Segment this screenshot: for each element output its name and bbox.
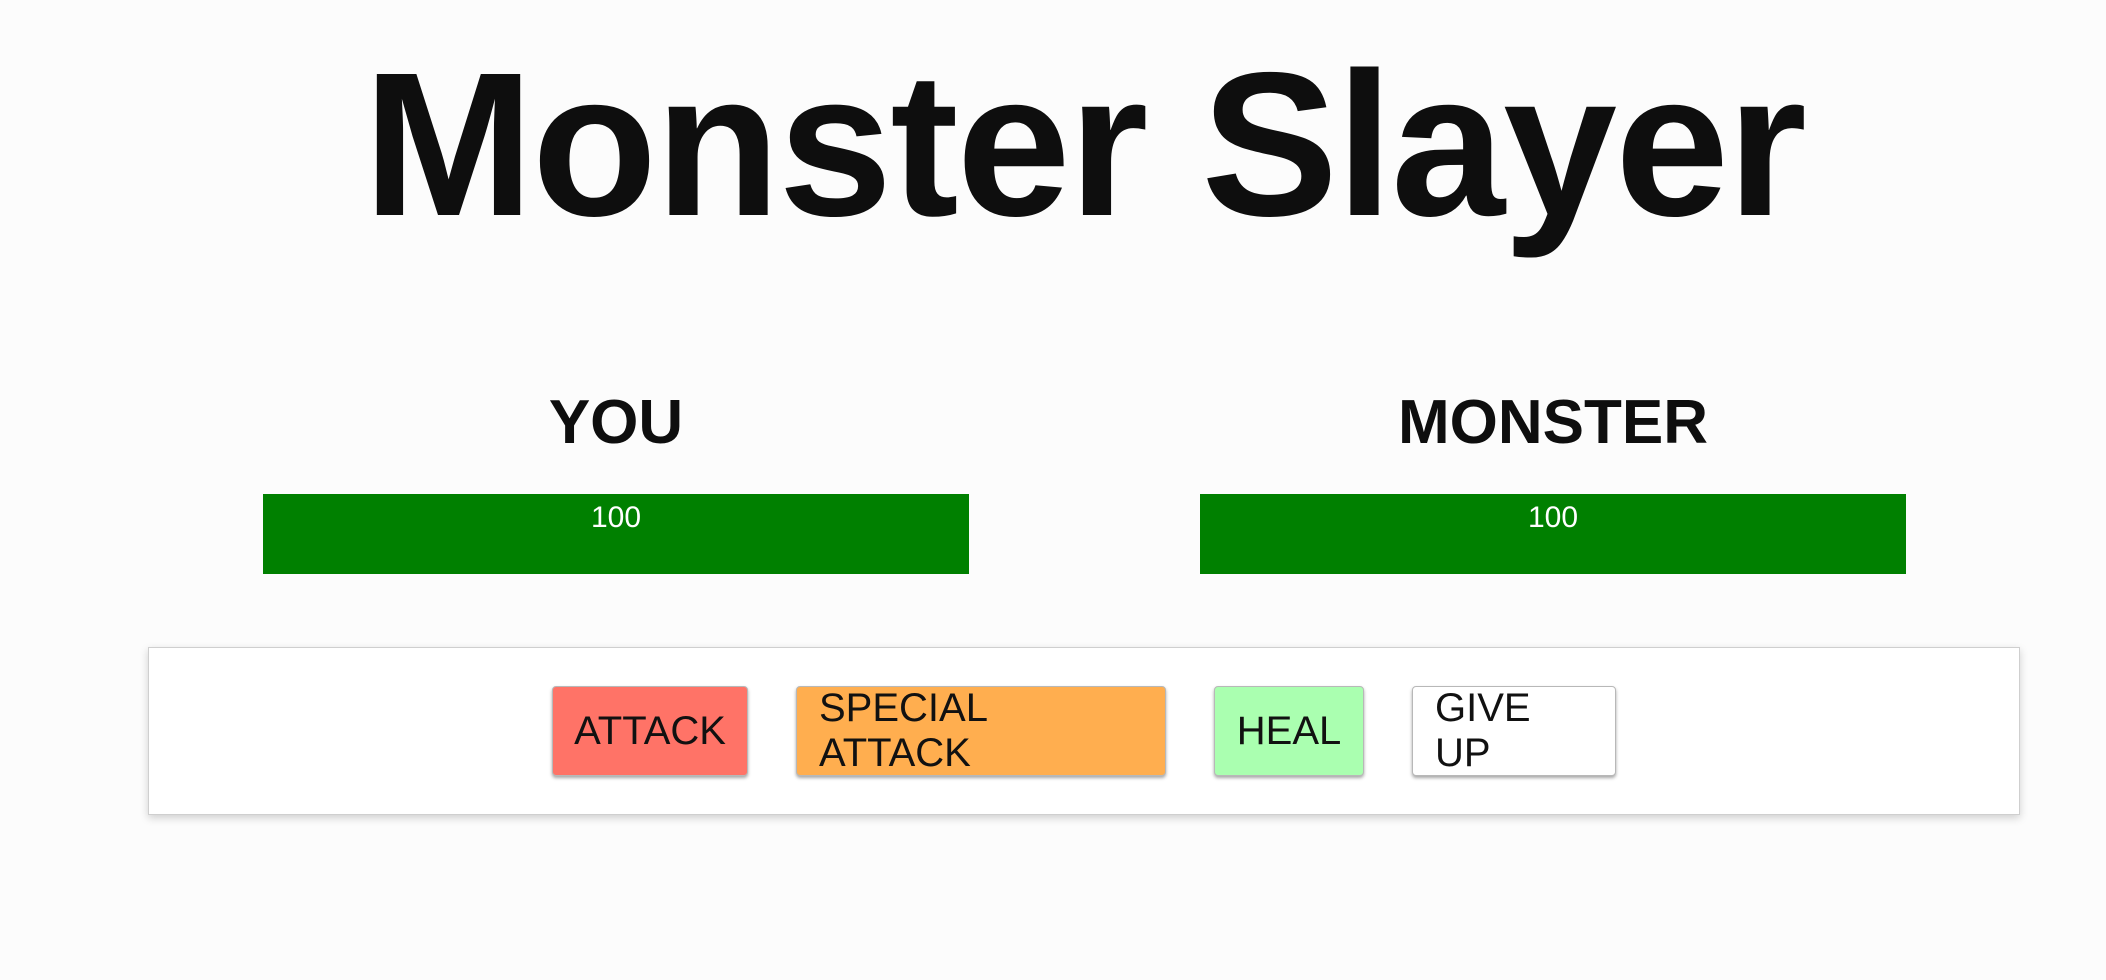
monster-health-value: 100 bbox=[1527, 501, 1579, 534]
attack-button[interactable]: ATTACK bbox=[552, 686, 748, 776]
monster-name: MONSTER bbox=[1398, 388, 1708, 457]
give-up-button[interactable]: GIVE UP bbox=[1412, 686, 1616, 776]
monster-health-bar: 100 bbox=[1200, 494, 1906, 574]
page-title: Monster Slayer bbox=[363, 30, 1807, 259]
player-panel: YOU 100 bbox=[263, 380, 969, 574]
player-health-bar: 100 bbox=[263, 494, 969, 574]
monster-panel: MONSTER 100 bbox=[1200, 380, 1906, 574]
controls-panel: ATTACK SPECIAL ATTACK HEAL GIVE UP bbox=[148, 647, 2020, 815]
player-health-value: 100 bbox=[590, 501, 642, 534]
special-attack-button[interactable]: SPECIAL ATTACK bbox=[796, 686, 1166, 776]
player-name: YOU bbox=[548, 388, 684, 457]
heal-button[interactable]: HEAL bbox=[1214, 686, 1364, 776]
